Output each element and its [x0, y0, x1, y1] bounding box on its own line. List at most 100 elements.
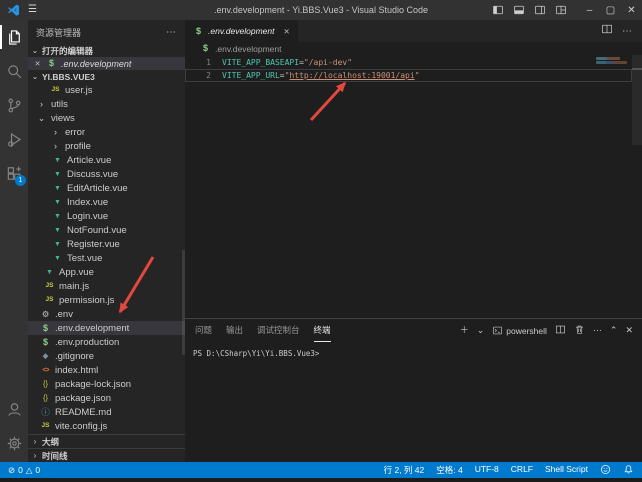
panel-tab-debug-console[interactable]: 调试控制台	[257, 319, 300, 342]
tree-item-NotFound.vue[interactable]: ▼NotFound.vue	[28, 223, 185, 237]
vue-icon: ▼	[52, 241, 63, 248]
close-window-button[interactable]: ✕	[621, 0, 642, 20]
terminal-profile[interactable]: powershell	[492, 325, 547, 336]
tree-item-label: .env	[55, 309, 73, 320]
status-cursor-position[interactable]: 行 2, 列 42	[384, 464, 425, 476]
tree-item-README.md[interactable]: ⓘREADME.md	[28, 405, 185, 419]
sidebar-bottom-sections: ›大纲›时间线	[28, 434, 185, 462]
code-line-1[interactable]: 1VITE_APP_BASEAPI="/api-dev"	[185, 56, 632, 69]
vscode-window: ☰ .env.development - Yi.BBS.Vue3 - Visua…	[0, 0, 642, 482]
tree-item-error[interactable]: ›error	[28, 125, 185, 139]
editor-group: $ .env.development ✕ ⋯ $ .env.developmen…	[185, 20, 642, 462]
activity-item-account[interactable]	[0, 392, 28, 426]
project-section-header[interactable]: ⌄ YI.BBS.VUE3	[28, 70, 185, 83]
code-token: "/api-dev"	[304, 58, 352, 67]
panel-actions: ＋ ⌄ powershell ⋯ ⌃	[460, 322, 633, 340]
tree-item-label: .env.production	[55, 337, 119, 348]
tab-env-development[interactable]: $ .env.development ✕	[185, 20, 298, 42]
explorer-sidebar: 资源管理器 ⋯ ⌄ 打开的编辑器 ✕ $ .env.development ⌄ …	[28, 20, 185, 462]
minimap[interactable]	[595, 55, 632, 185]
tree-item-Discuss.vue[interactable]: ▼Discuss.vue	[28, 167, 185, 181]
tree-item-Article.vue[interactable]: ▼Article.vue	[28, 153, 185, 167]
tree-item-App.vue[interactable]: ▼App.vue	[28, 265, 185, 279]
more-actions-icon[interactable]: ⋯	[622, 26, 633, 37]
tree-item-.env.production[interactable]: $ .env.production	[28, 335, 185, 349]
title-bar: ☰ .env.development - Yi.BBS.Vue3 - Visua…	[0, 0, 642, 20]
close-icon[interactable]: ✕	[33, 60, 42, 68]
more-actions-icon[interactable]: ⋯	[166, 27, 177, 38]
tree-item-vite.config.js[interactable]: JSvite.config.js	[28, 419, 185, 433]
tree-item-profile[interactable]: ›profile	[28, 139, 185, 153]
line-number: 1	[186, 58, 222, 67]
problems-status[interactable]: ⊘ 0 △ 0	[8, 465, 40, 476]
toggle-primary-sidebar-icon[interactable]	[487, 0, 508, 20]
open-editors-header[interactable]: ⌄ 打开的编辑器	[28, 44, 185, 57]
activity-item-explorer[interactable]	[0, 20, 28, 54]
more-actions-icon[interactable]: ⋯	[593, 326, 602, 335]
panel-tab-problems[interactable]: 问题	[195, 319, 212, 342]
shellscript-icon: $	[40, 338, 51, 347]
status-indentation[interactable]: 空格: 4	[436, 464, 462, 476]
menu-icon[interactable]: ☰	[28, 5, 37, 15]
json-icon: {}	[40, 380, 51, 388]
feedback-smiley-icon[interactable]	[600, 464, 611, 477]
vue-icon: ▼	[52, 157, 63, 164]
chevron-down-icon[interactable]: ⌄	[477, 326, 485, 335]
maximize-button[interactable]: ▢	[600, 0, 621, 20]
run-and-debug-icon	[6, 131, 23, 148]
badge: 1	[15, 175, 26, 186]
timeline-section[interactable]: ›时间线	[28, 448, 185, 462]
vue-icon: ▼	[52, 199, 63, 206]
customize-layout-icon[interactable]	[550, 0, 571, 20]
activity-item-settings[interactable]	[0, 426, 28, 460]
activity-item-source-control[interactable]	[0, 88, 28, 122]
code-editor[interactable]: 1VITE_APP_BASEAPI="/api-dev"2VITE_APP_UR…	[185, 55, 642, 318]
tree-item-Test.vue[interactable]: ▼Test.vue	[28, 251, 185, 265]
terminal[interactable]: PS D:\CSharp\Yi\Yi.BBS.Vue3>	[185, 342, 642, 358]
tree-item-user.js[interactable]: JSuser.js	[28, 83, 185, 97]
tree-item-EditArticle.vue[interactable]: ▼EditArticle.vue	[28, 181, 185, 195]
tree-item-.gitignore[interactable]: ◆.gitignore	[28, 349, 185, 363]
toggle-secondary-sidebar-icon[interactable]	[529, 0, 550, 20]
tree-item-Login.vue[interactable]: ▼Login.vue	[28, 209, 185, 223]
tree-item-.env[interactable]: ⚙.env	[28, 307, 185, 321]
kill-terminal-icon[interactable]	[574, 322, 585, 340]
tree-item-main.js[interactable]: JSmain.js	[28, 279, 185, 293]
tree-item-views[interactable]: ⌄views	[28, 111, 185, 125]
new-terminal-icon[interactable]: ＋	[460, 326, 469, 335]
status-eol[interactable]: CRLF	[511, 464, 533, 476]
tree-item-.env.development[interactable]: $.env.development	[28, 321, 185, 335]
code-line-2[interactable]: 2VITE_APP_URL="http://localhost:19001/ap…	[185, 69, 632, 82]
code-token: http://localhost:19001/api	[289, 71, 414, 80]
current-line-marker	[632, 68, 642, 70]
editor-scrollbar[interactable]	[632, 55, 642, 318]
tree-item-package-lock.json[interactable]: {}package-lock.json	[28, 377, 185, 391]
open-editor-item[interactable]: ✕ $ .env.development	[28, 57, 185, 70]
activity-item-run-and-debug[interactable]	[0, 122, 28, 156]
code-lines: 1VITE_APP_BASEAPI="/api-dev"2VITE_APP_UR…	[185, 56, 642, 82]
toggle-panel-icon[interactable]	[508, 0, 529, 20]
tree-item-Register.vue[interactable]: ▼Register.vue	[28, 237, 185, 251]
breadcrumb[interactable]: $ .env.development	[185, 42, 642, 55]
close-icon[interactable]: ✕	[283, 27, 289, 36]
close-panel-icon[interactable]: ✕	[625, 326, 633, 335]
panel-tab-output[interactable]: 输出	[226, 319, 243, 342]
status-encoding[interactable]: UTF-8	[475, 464, 499, 476]
notifications-bell-icon[interactable]	[623, 464, 634, 477]
activity-item-search[interactable]	[0, 54, 28, 88]
panel-tab-terminal[interactable]: 终端	[314, 319, 331, 342]
tree-item-package.json[interactable]: {}package.json	[28, 391, 185, 405]
outline-section[interactable]: ›大纲	[28, 434, 185, 448]
tree-item-utils[interactable]: ›utils	[28, 97, 185, 111]
tree-item-index.html[interactable]: <>index.html	[28, 363, 185, 377]
activity-item-extensions[interactable]: 1	[0, 156, 28, 190]
maximize-panel-icon[interactable]: ⌃	[610, 326, 618, 335]
status-language-mode[interactable]: Shell Script	[545, 464, 588, 476]
tree-item-permission.js[interactable]: JSpermission.js	[28, 293, 185, 307]
split-editor-icon[interactable]	[601, 22, 613, 40]
split-terminal-icon[interactable]	[555, 322, 566, 340]
tree-item-Index.vue[interactable]: ▼Index.vue	[28, 195, 185, 209]
minimize-button[interactable]: –	[579, 0, 600, 20]
vue-icon: ▼	[52, 185, 63, 192]
tree-item-label: .gitignore	[55, 351, 94, 362]
